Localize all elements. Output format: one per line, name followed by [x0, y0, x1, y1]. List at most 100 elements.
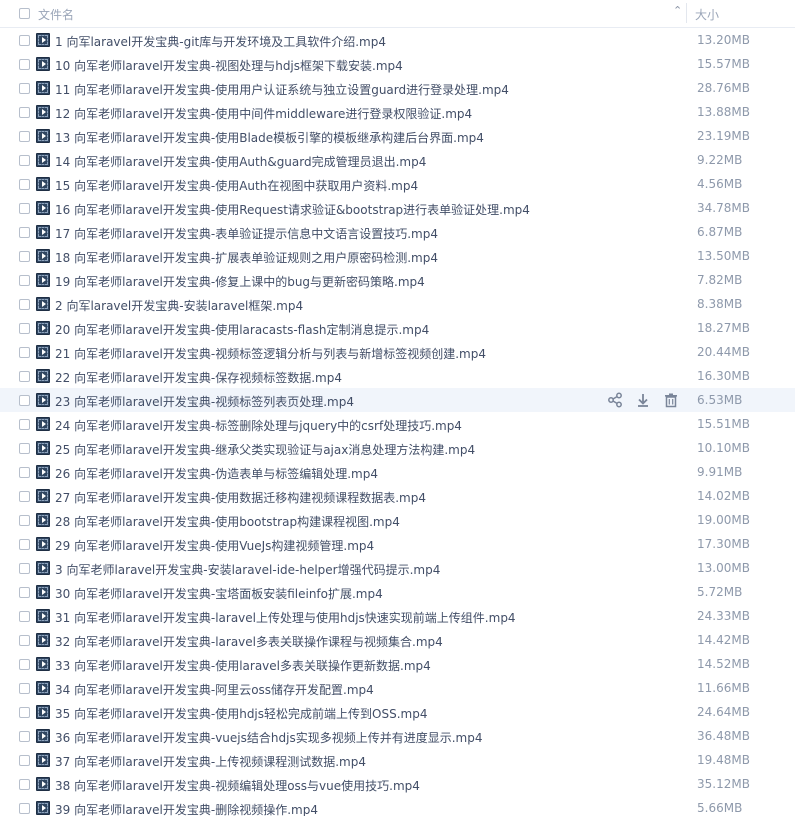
file-row[interactable]: 36 向军老师laravel开发宝典-vuejs结合hdjs实现多视频上传并有进… — [0, 724, 795, 748]
file-name[interactable]: 14 向军老师laravel开发宝典-使用Auth&guard完成管理员退出.m… — [55, 153, 426, 170]
row-checkbox[interactable] — [19, 467, 30, 478]
file-row[interactable]: 14 向军老师laravel开发宝典-使用Auth&guard完成管理员退出.m… — [0, 148, 795, 172]
row-checkbox[interactable] — [19, 395, 30, 406]
file-row[interactable]: 31 向军老师laravel开发宝典-laravel上传处理与使用hdjs快速实… — [0, 604, 795, 628]
file-row[interactable]: 38 向军老师laravel开发宝典-视频编辑处理oss与vue使用技巧.mp4… — [0, 772, 795, 796]
file-name[interactable]: 34 向军老师laravel开发宝典-阿里云oss储存开发配置.mp4 — [55, 681, 374, 698]
row-checkbox[interactable] — [19, 803, 30, 814]
file-name[interactable]: 1 向军laravel开发宝典-git库与开发环境及工具软件介绍.mp4 — [55, 33, 386, 50]
row-checkbox[interactable] — [19, 707, 30, 718]
row-checkbox[interactable] — [19, 779, 30, 790]
file-row[interactable]: 13 向军老师laravel开发宝典-使用Blade模板引擎的模板继承构建后台界… — [0, 124, 795, 148]
file-name[interactable]: 31 向军老师laravel开发宝典-laravel上传处理与使用hdjs快速实… — [55, 609, 516, 626]
column-header-name[interactable]: 文件名 — [38, 6, 74, 23]
file-row[interactable]: 17 向军老师laravel开发宝典-表单验证提示信息中文语言设置技巧.mp4 6… — [0, 220, 795, 244]
row-checkbox[interactable] — [19, 635, 30, 646]
file-row[interactable]: 29 向军老师laravel开发宝典-使用VueJs构建视频管理.mp4 17.3… — [0, 532, 795, 556]
file-name[interactable]: 36 向军老师laravel开发宝典-vuejs结合hdjs实现多视频上传并有进… — [55, 729, 482, 746]
file-name[interactable]: 3 向军老师laravel开发宝典-安装laravel-ide-helper增强… — [55, 561, 440, 578]
file-row[interactable]: 20 向军老师laravel开发宝典-使用laracasts-flash定制消息… — [0, 316, 795, 340]
row-checkbox[interactable] — [19, 59, 30, 70]
row-checkbox[interactable] — [19, 659, 30, 670]
file-name[interactable]: 35 向军老师laravel开发宝典-使用hdjs轻松完成前端上传到OSS.mp… — [55, 705, 427, 722]
file-name[interactable]: 38 向军老师laravel开发宝典-视频编辑处理oss与vue使用技巧.mp4 — [55, 777, 420, 794]
chevron-up-icon[interactable]: ⌃ — [673, 4, 682, 17]
row-checkbox[interactable] — [19, 275, 30, 286]
file-name[interactable]: 30 向军老师laravel开发宝典-宝塔面板安装fileinfo扩展.mp4 — [55, 585, 383, 602]
file-name[interactable]: 27 向军老师laravel开发宝典-使用数据迁移构建视频课程数据表.mp4 — [55, 489, 426, 506]
file-name[interactable]: 18 向军老师laravel开发宝典-扩展表单验证规则之用户原密码检测.mp4 — [55, 249, 438, 266]
row-checkbox[interactable] — [19, 755, 30, 766]
file-name[interactable]: 12 向军老师laravel开发宝典-使用中间件middleware进行登录权限… — [55, 105, 472, 122]
file-row[interactable]: 10 向军老师laravel开发宝典-视图处理与hdjs框架下载安装.mp4 15… — [0, 52, 795, 76]
row-checkbox[interactable] — [19, 83, 30, 94]
file-row[interactable]: 18 向军老师laravel开发宝典-扩展表单验证规则之用户原密码检测.mp4 1… — [0, 244, 795, 268]
row-checkbox[interactable] — [19, 563, 30, 574]
file-name[interactable]: 37 向军老师laravel开发宝典-上传视频课程测试数据.mp4 — [55, 753, 366, 770]
row-checkbox[interactable] — [19, 299, 30, 310]
file-row[interactable]: 22 向军老师laravel开发宝典-保存视频标签数据.mp4 16.30MB — [0, 364, 795, 388]
row-checkbox[interactable] — [19, 443, 30, 454]
file-row[interactable]: 12 向军老师laravel开发宝典-使用中间件middleware进行登录权限… — [0, 100, 795, 124]
row-checkbox[interactable] — [19, 611, 30, 622]
row-checkbox[interactable] — [19, 419, 30, 430]
file-name[interactable]: 28 向军老师laravel开发宝典-使用bootstrap构建课程视图.mp4 — [55, 513, 400, 530]
file-row[interactable]: 21 向军老师laravel开发宝典-视频标签逻辑分析与列表与新增标签视频创建.… — [0, 340, 795, 364]
row-checkbox[interactable] — [19, 155, 30, 166]
delete-icon[interactable] — [662, 391, 680, 409]
row-checkbox[interactable] — [19, 587, 30, 598]
row-checkbox[interactable] — [19, 131, 30, 142]
file-name[interactable]: 13 向军老师laravel开发宝典-使用Blade模板引擎的模板继承构建后台界… — [55, 129, 484, 146]
file-name[interactable]: 11 向军老师laravel开发宝典-使用用户认证系统与独立设置guard进行登… — [55, 81, 509, 98]
download-icon[interactable] — [634, 391, 652, 409]
file-row[interactable]: 19 向军老师laravel开发宝典-修复上课中的bug与更新密码策略.mp4 7… — [0, 268, 795, 292]
file-row[interactable]: 2 向军laravel开发宝典-安装laravel框架.mp4 8.38MB — [0, 292, 795, 316]
file-row[interactable]: 28 向军老师laravel开发宝典-使用bootstrap构建课程视图.mp4… — [0, 508, 795, 532]
file-name[interactable]: 22 向军老师laravel开发宝典-保存视频标签数据.mp4 — [55, 369, 342, 386]
file-name[interactable]: 21 向军老师laravel开发宝典-视频标签逻辑分析与列表与新增标签视频创建.… — [55, 345, 486, 362]
file-row[interactable]: 3 向军老师laravel开发宝典-安装laravel-ide-helper增强… — [0, 556, 795, 580]
row-checkbox[interactable] — [19, 251, 30, 262]
file-row[interactable]: 1 向军laravel开发宝典-git库与开发环境及工具软件介绍.mp4 13.2… — [0, 28, 795, 52]
file-name[interactable]: 2 向军laravel开发宝典-安装laravel框架.mp4 — [55, 297, 303, 314]
file-name[interactable]: 26 向军老师laravel开发宝典-伪造表单与标签编辑处理.mp4 — [55, 465, 378, 482]
file-name[interactable]: 19 向军老师laravel开发宝典-修复上课中的bug与更新密码策略.mp4 — [55, 273, 425, 290]
file-row[interactable]: 16 向军老师laravel开发宝典-使用Request请求验证&bootstr… — [0, 196, 795, 220]
file-row[interactable]: 26 向军老师laravel开发宝典-伪造表单与标签编辑处理.mp4 9.91MB — [0, 460, 795, 484]
row-checkbox[interactable] — [19, 227, 30, 238]
row-checkbox[interactable] — [19, 539, 30, 550]
file-row[interactable]: 15 向军老师laravel开发宝典-使用Auth在视图中获取用户资料.mp4 4… — [0, 172, 795, 196]
file-row[interactable]: 23 向军老师laravel开发宝典-视频标签列表页处理.mp4 6.53MB — [0, 388, 795, 412]
file-row[interactable]: 33 向军老师laravel开发宝典-使用laravel多表关联操作更新数据.m… — [0, 652, 795, 676]
row-checkbox[interactable] — [19, 179, 30, 190]
file-name[interactable]: 32 向军老师laravel开发宝典-laravel多表关联操作课程与视频集合.… — [55, 633, 443, 650]
file-row[interactable]: 25 向军老师laravel开发宝典-继承父类实现验证与ajax消息处理方法构建… — [0, 436, 795, 460]
column-divider[interactable] — [686, 3, 687, 23]
file-row[interactable]: 35 向军老师laravel开发宝典-使用hdjs轻松完成前端上传到OSS.mp… — [0, 700, 795, 724]
row-checkbox[interactable] — [19, 323, 30, 334]
row-checkbox[interactable] — [19, 683, 30, 694]
file-row[interactable]: 39 向军老师laravel开发宝典-删除视频操作.mp4 5.66MB — [0, 796, 795, 816]
select-all-checkbox[interactable] — [19, 8, 30, 19]
file-row[interactable]: 34 向军老师laravel开发宝典-阿里云oss储存开发配置.mp4 11.66… — [0, 676, 795, 700]
file-name[interactable]: 29 向军老师laravel开发宝典-使用VueJs构建视频管理.mp4 — [55, 537, 374, 554]
file-row[interactable]: 27 向军老师laravel开发宝典-使用数据迁移构建视频课程数据表.mp4 14… — [0, 484, 795, 508]
file-row[interactable]: 37 向军老师laravel开发宝典-上传视频课程测试数据.mp4 19.48MB — [0, 748, 795, 772]
row-checkbox[interactable] — [19, 491, 30, 502]
row-checkbox[interactable] — [19, 107, 30, 118]
file-name[interactable]: 16 向军老师laravel开发宝典-使用Request请求验证&bootstr… — [55, 201, 530, 218]
row-checkbox[interactable] — [19, 515, 30, 526]
row-checkbox[interactable] — [19, 347, 30, 358]
file-row[interactable]: 24 向军老师laravel开发宝典-标签删除处理与jquery中的csrf处理… — [0, 412, 795, 436]
row-checkbox[interactable] — [19, 35, 30, 46]
row-checkbox[interactable] — [19, 371, 30, 382]
row-checkbox[interactable] — [19, 731, 30, 742]
file-row[interactable]: 11 向军老师laravel开发宝典-使用用户认证系统与独立设置guard进行登… — [0, 76, 795, 100]
column-header-size[interactable]: 大小 — [695, 6, 719, 23]
file-name[interactable]: 33 向军老师laravel开发宝典-使用laravel多表关联操作更新数据.m… — [55, 657, 431, 674]
file-name[interactable]: 25 向军老师laravel开发宝典-继承父类实现验证与ajax消息处理方法构建… — [55, 441, 475, 458]
file-name[interactable]: 17 向军老师laravel开发宝典-表单验证提示信息中文语言设置技巧.mp4 — [55, 225, 438, 242]
file-name[interactable]: 39 向军老师laravel开发宝典-删除视频操作.mp4 — [55, 801, 318, 816]
file-name[interactable]: 24 向军老师laravel开发宝典-标签删除处理与jquery中的csrf处理… — [55, 417, 462, 434]
file-name[interactable]: 20 向军老师laravel开发宝典-使用laracasts-flash定制消息… — [55, 321, 429, 338]
